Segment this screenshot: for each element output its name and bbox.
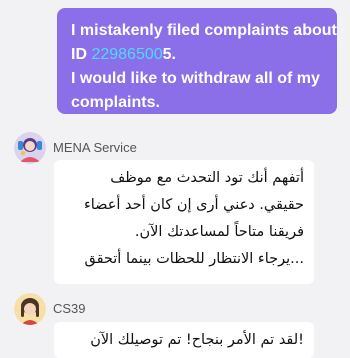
agent-avatar-icon <box>14 293 46 325</box>
service-agent-avatar-icon <box>14 132 46 164</box>
user-message-line: ID 229865005. <box>71 43 323 67</box>
user-message-line: complaints. <box>71 94 160 111</box>
user-message-text: ID <box>71 46 92 63</box>
agent-message-bubble: !لقد تم الأمر بنجاح! تم توصيلك الآن <box>54 322 314 358</box>
agent-message-line: حقيقي. دعني أرى إن كان أحد أعضاء <box>83 197 304 213</box>
user-message-line: I would like to withdraw all of my <box>71 70 320 87</box>
sender-row: CS39 <box>14 293 86 325</box>
agent-message-line: ...يرجاء الانتظار للحظات بينما أتحقق <box>84 251 304 267</box>
agent-message-line: فريقنا متاحاً لمساعدتك الآن. <box>134 224 304 240</box>
user-message-line: I mistakenly filed complaints about <box>71 22 337 39</box>
user-message-bubble: I mistakenly filed complaints about ID 2… <box>57 8 337 114</box>
chat-thread: I mistakenly filed complaints about ID 2… <box>0 0 350 358</box>
agent-message-line: أتفهم أنك تود التحدث مع موظف <box>110 170 304 186</box>
agent-message-bubble: أتفهم أنك تود التحدث مع موظف حقيقي. دعني… <box>54 160 314 284</box>
user-message-text: 5. <box>162 46 176 63</box>
sender-name: MENA Service <box>53 140 137 155</box>
sender-name: CS39 <box>53 301 86 316</box>
ticket-id-link[interactable]: 22986500 <box>91 46 162 63</box>
